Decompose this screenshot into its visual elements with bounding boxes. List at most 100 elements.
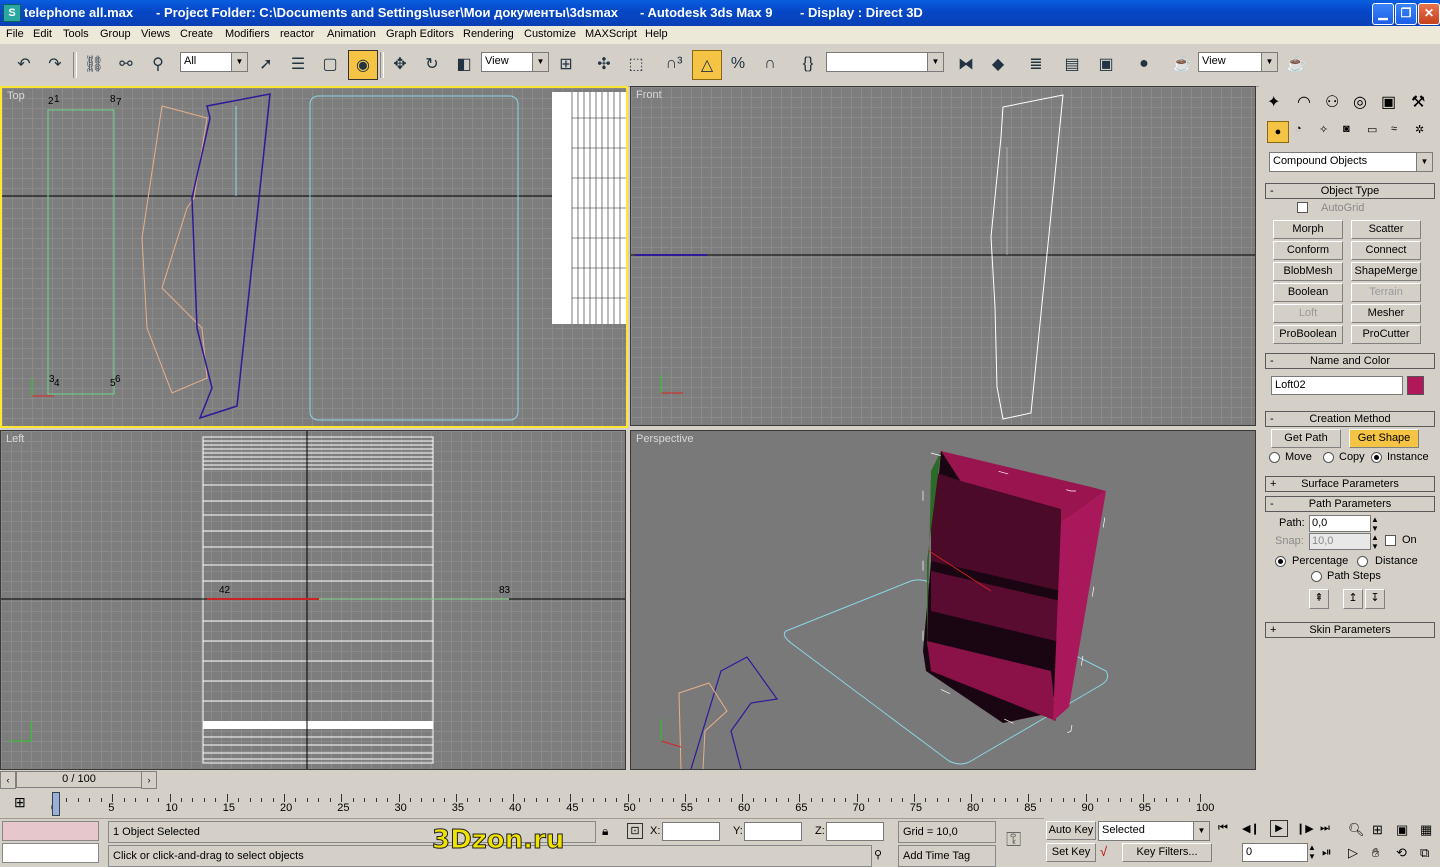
layer-manager-icon[interactable]: ≣: [1022, 50, 1050, 78]
rollout-surface-parameters[interactable]: + Surface Parameters: [1265, 476, 1435, 492]
menu-edit[interactable]: Edit: [33, 28, 52, 40]
create-tab-icon[interactable]: ✦: [1267, 92, 1280, 112]
schematic-view-icon[interactable]: ▣: [1092, 50, 1120, 78]
previous-frame-icon[interactable]: ◀︎❙: [1242, 822, 1260, 835]
utilities-tab-icon[interactable]: ⚒: [1411, 92, 1425, 112]
window-crossing-icon[interactable]: ◉: [348, 50, 378, 80]
rectangular-selection-icon[interactable]: ▢: [316, 50, 344, 78]
rollout-object-type[interactable]: - Object Type: [1265, 183, 1435, 199]
manipulate-icon[interactable]: ✣: [590, 50, 618, 78]
menu-maxscript[interactable]: MAXScript: [585, 28, 637, 40]
terrain-button[interactable]: Terrain: [1351, 283, 1421, 302]
get-shape-button[interactable]: Get Shape: [1349, 429, 1419, 448]
add-time-tag[interactable]: Add Time Tag: [898, 845, 996, 867]
maximize-viewport-icon[interactable]: ⧉: [1420, 845, 1429, 861]
absolute-mode-icon[interactable]: ⊡: [627, 823, 643, 839]
app-icon[interactable]: S: [3, 4, 21, 22]
modify-tab-icon[interactable]: ◠: [1297, 92, 1311, 112]
zoom-extents-icon[interactable]: ▣: [1396, 822, 1408, 838]
display-tab-icon[interactable]: ▣: [1381, 92, 1396, 112]
time-tag-icon[interactable]: ⚲: [874, 848, 882, 861]
zoom-all-icon[interactable]: ⊞: [1372, 822, 1383, 838]
track-bar[interactable]: ⊞ 05101520253035404550556065707580859095…: [0, 790, 1256, 818]
loft-button[interactable]: Loft: [1273, 304, 1343, 323]
angle-snap-icon[interactable]: △: [692, 50, 722, 80]
distance-radio[interactable]: [1357, 556, 1368, 567]
move-radio[interactable]: [1269, 452, 1280, 463]
pivot-center-icon[interactable]: ⊞: [552, 50, 580, 78]
previous-shape-icon[interactable]: ↥: [1343, 589, 1363, 609]
spinner-arrows-icon[interactable]: ▲ ▼: [1371, 533, 1379, 551]
instance-radio[interactable]: [1371, 452, 1382, 463]
motion-tab-icon[interactable]: ◎: [1353, 92, 1367, 112]
object-name-field[interactable]: Loft02: [1271, 376, 1403, 395]
shapemerge-button[interactable]: ShapeMerge: [1351, 262, 1421, 281]
keyboard-shortcut-icon[interactable]: ⬚: [622, 50, 650, 78]
go-to-start-icon[interactable]: ⏮: [1218, 822, 1228, 835]
slider-next-icon[interactable]: ›: [141, 771, 157, 789]
arc-rotate-icon[interactable]: ⟲: [1396, 845, 1407, 861]
select-object-icon[interactable]: ➚: [252, 50, 280, 78]
shapes-icon[interactable]: ◔: [1295, 123, 1302, 135]
named-selection-dropdown[interactable]: ▼: [826, 52, 944, 72]
viewport-perspective[interactable]: Perspective: [630, 430, 1256, 770]
cameras-icon[interactable]: ◙: [1343, 123, 1350, 135]
blobmesh-button[interactable]: BlobMesh: [1273, 262, 1343, 281]
proboolean-button[interactable]: ProBoolean: [1273, 325, 1343, 344]
render-scene-icon[interactable]: ☕: [1168, 50, 1196, 78]
next-frame-icon[interactable]: ❙▶︎: [1296, 822, 1314, 835]
zoom-extents-all-icon[interactable]: ▦: [1420, 822, 1432, 838]
render-type-dropdown[interactable]: View ▼: [1198, 52, 1278, 72]
edit-named-selection-icon[interactable]: {}: [794, 50, 822, 78]
spinner-arrows-icon[interactable]: ▲ ▼: [1371, 515, 1379, 533]
align-icon[interactable]: ◆: [984, 50, 1012, 78]
move-icon[interactable]: ✥: [386, 50, 414, 78]
rollout-creation-method[interactable]: - Creation Method: [1265, 411, 1435, 427]
menu-tools[interactable]: Tools: [63, 28, 89, 40]
object-color-swatch[interactable]: [1407, 376, 1424, 395]
menu-create[interactable]: Create: [180, 28, 213, 40]
menu-modifiers[interactable]: Modifiers: [225, 28, 270, 40]
z-coordinate-field[interactable]: [826, 822, 884, 841]
menu-help[interactable]: Help: [645, 28, 668, 40]
procutter-button[interactable]: ProCutter: [1351, 325, 1421, 344]
go-to-end-icon[interactable]: ⏭: [1320, 822, 1330, 835]
key-mode-toggle-icon[interactable]: ⏯: [1322, 845, 1332, 860]
viewport-top[interactable]: Top 2 1 8 7 3 4 5 6: [0, 86, 628, 428]
close-button[interactable]: ✕: [1418, 3, 1440, 25]
menu-customize[interactable]: Customize: [524, 28, 576, 40]
unlink-icon[interactable]: ⚯: [112, 50, 140, 78]
autogrid-checkbox[interactable]: [1297, 202, 1308, 213]
connect-button[interactable]: Connect: [1351, 241, 1421, 260]
conform-button[interactable]: Conform: [1273, 241, 1343, 260]
percent-snap-icon[interactable]: %: [724, 50, 752, 78]
copy-radio[interactable]: [1323, 452, 1334, 463]
lights-icon[interactable]: ✧: [1319, 123, 1328, 136]
spinner-snap-icon[interactable]: ∩: [756, 50, 784, 78]
geometry-icon[interactable]: ●: [1267, 121, 1289, 143]
hierarchy-tab-icon[interactable]: ⚇: [1325, 92, 1339, 112]
scale-icon[interactable]: ◧: [450, 50, 478, 78]
menu-rendering[interactable]: Rendering: [463, 28, 514, 40]
snap-spinner[interactable]: 10,0: [1309, 533, 1371, 550]
lock-selection-icon[interactable]: 🔒︎: [602, 824, 608, 839]
material-editor-icon[interactable]: ●: [1130, 50, 1158, 78]
set-key-button[interactable]: Set Key: [1046, 843, 1096, 862]
menu-views[interactable]: Views: [141, 28, 170, 40]
viewport-front[interactable]: Front: [630, 86, 1256, 426]
pick-shape-icon[interactable]: ⇞: [1309, 589, 1329, 609]
auto-key-button[interactable]: Auto Key: [1046, 821, 1096, 840]
play-icon[interactable]: ▶: [1270, 820, 1288, 837]
current-frame-marker[interactable]: [52, 792, 60, 816]
current-frame-field[interactable]: 0: [1242, 843, 1308, 862]
path-steps-radio[interactable]: [1311, 571, 1322, 582]
key-filters-button[interactable]: Key Filters...: [1122, 843, 1212, 862]
rotate-icon[interactable]: ↻: [418, 50, 446, 78]
slider-prev-icon[interactable]: ‹: [0, 771, 16, 789]
undo-icon[interactable]: ↶: [10, 50, 38, 78]
spinner-arrows-icon[interactable]: ▲ ▼: [1308, 843, 1316, 861]
menu-group[interactable]: Group: [100, 28, 131, 40]
menu-file[interactable]: File: [6, 28, 24, 40]
snap-on-checkbox[interactable]: [1385, 535, 1396, 546]
percentage-radio[interactable]: [1275, 556, 1286, 567]
